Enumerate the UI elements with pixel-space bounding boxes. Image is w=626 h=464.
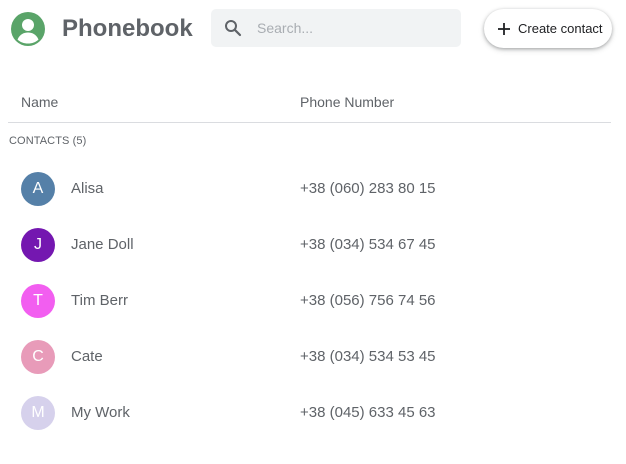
avatar: J bbox=[21, 228, 55, 262]
avatar: M bbox=[21, 396, 55, 430]
header-divider bbox=[8, 122, 611, 123]
app-title: Phonebook bbox=[62, 15, 193, 42]
contact-phone: +38 (060) 283 80 15 bbox=[300, 180, 436, 197]
create-contact-button[interactable]: Create contact bbox=[484, 9, 612, 48]
contact-row[interactable]: J Jane Doll +38 (034) 534 67 45 bbox=[0, 216, 626, 272]
contact-name: Cate bbox=[71, 348, 103, 365]
contact-row[interactable]: T Tim Berr +38 (056) 756 74 56 bbox=[0, 272, 626, 328]
search-bar[interactable] bbox=[211, 9, 461, 47]
contact-row[interactable]: M My Work +38 (045) 633 45 63 bbox=[0, 384, 626, 440]
contact-phone: +38 (034) 534 53 45 bbox=[300, 348, 436, 365]
contact-name: Alisa bbox=[71, 180, 104, 197]
contact-list: A Alisa +38 (060) 283 80 15 J Jane Doll … bbox=[0, 160, 626, 440]
contact-phone: +38 (045) 633 45 63 bbox=[300, 404, 436, 421]
contact-name: Jane Doll bbox=[71, 236, 134, 253]
contact-name: My Work bbox=[71, 404, 130, 421]
avatar: A bbox=[21, 172, 55, 206]
search-icon bbox=[224, 19, 242, 37]
contacts-section-label: CONTACTS (5) bbox=[9, 135, 87, 147]
contact-row[interactable]: A Alisa +38 (060) 283 80 15 bbox=[0, 160, 626, 216]
create-contact-label: Create contact bbox=[518, 21, 603, 36]
phonebook-app: Phonebook Create contact Name Phone Numb… bbox=[0, 0, 626, 464]
avatar: C bbox=[21, 340, 55, 374]
search-input[interactable] bbox=[257, 20, 437, 36]
contact-phone: +38 (034) 534 67 45 bbox=[300, 236, 436, 253]
avatar: T bbox=[21, 284, 55, 318]
column-header-name[interactable]: Name bbox=[21, 94, 58, 110]
contact-row[interactable]: C Cate +38 (034) 534 53 45 bbox=[0, 328, 626, 384]
column-header-phone[interactable]: Phone Number bbox=[300, 94, 394, 110]
account-circle-icon bbox=[11, 12, 45, 46]
contact-phone: +38 (056) 756 74 56 bbox=[300, 292, 436, 309]
plus-icon bbox=[497, 22, 511, 36]
contact-name: Tim Berr bbox=[71, 292, 128, 309]
